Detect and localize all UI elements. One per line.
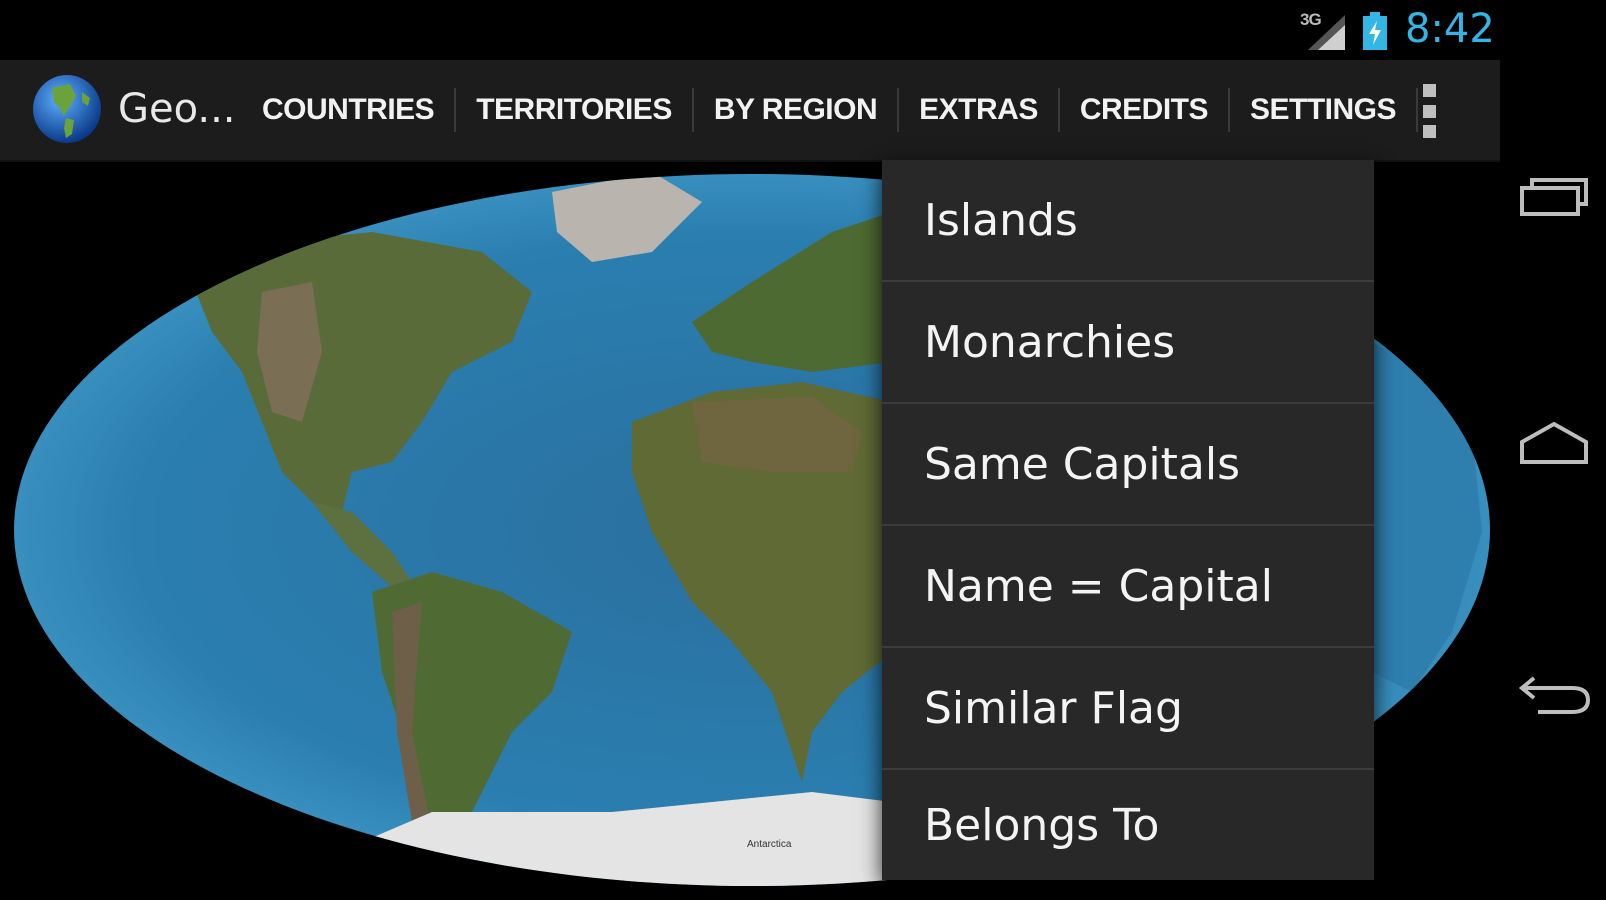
extras-dropdown-menu: Islands Monarchies Same Capitals Name = …	[882, 160, 1374, 880]
overflow-menu-icon[interactable]	[1410, 84, 1448, 138]
menu-item-islands[interactable]: Islands	[882, 160, 1374, 282]
tab-by-region[interactable]: BY REGION	[694, 60, 897, 160]
tab-extras[interactable]: EXTRAS	[899, 60, 1058, 160]
menu-item-name-equals-capital[interactable]: Name = Capital	[882, 526, 1374, 648]
clock: 8:42	[1405, 6, 1495, 52]
status-bar: 3G 8:42	[0, 0, 1500, 60]
recent-apps-icon[interactable]	[1518, 172, 1590, 222]
globe-icon[interactable]	[30, 72, 104, 146]
menu-item-same-capitals[interactable]: Same Capitals	[882, 404, 1374, 526]
home-icon[interactable]	[1518, 418, 1590, 468]
menu-item-belongs-to[interactable]: Belongs To	[882, 770, 1374, 880]
menu-item-monarchies[interactable]: Monarchies	[882, 282, 1374, 404]
tab-territories[interactable]: TERRITORIES	[456, 60, 692, 160]
signal-icon: 3G	[1300, 10, 1350, 50]
tab-settings[interactable]: SETTINGS	[1230, 60, 1416, 160]
app-title[interactable]: Geo...	[118, 86, 236, 132]
back-icon[interactable]	[1518, 668, 1590, 718]
tab-bar: COUNTRIES TERRITORIES BY REGION EXTRAS C…	[242, 60, 1419, 160]
menu-item-similar-flag[interactable]: Similar Flag	[882, 648, 1374, 770]
tab-credits[interactable]: CREDITS	[1060, 60, 1228, 160]
battery-icon	[1362, 12, 1388, 50]
action-bar: Geo... COUNTRIES TERRITORIES BY REGION E…	[0, 60, 1500, 162]
antarctica-label: Antarctica	[747, 839, 792, 850]
navigation-bar	[1500, 0, 1606, 900]
tab-countries[interactable]: COUNTRIES	[242, 60, 454, 160]
